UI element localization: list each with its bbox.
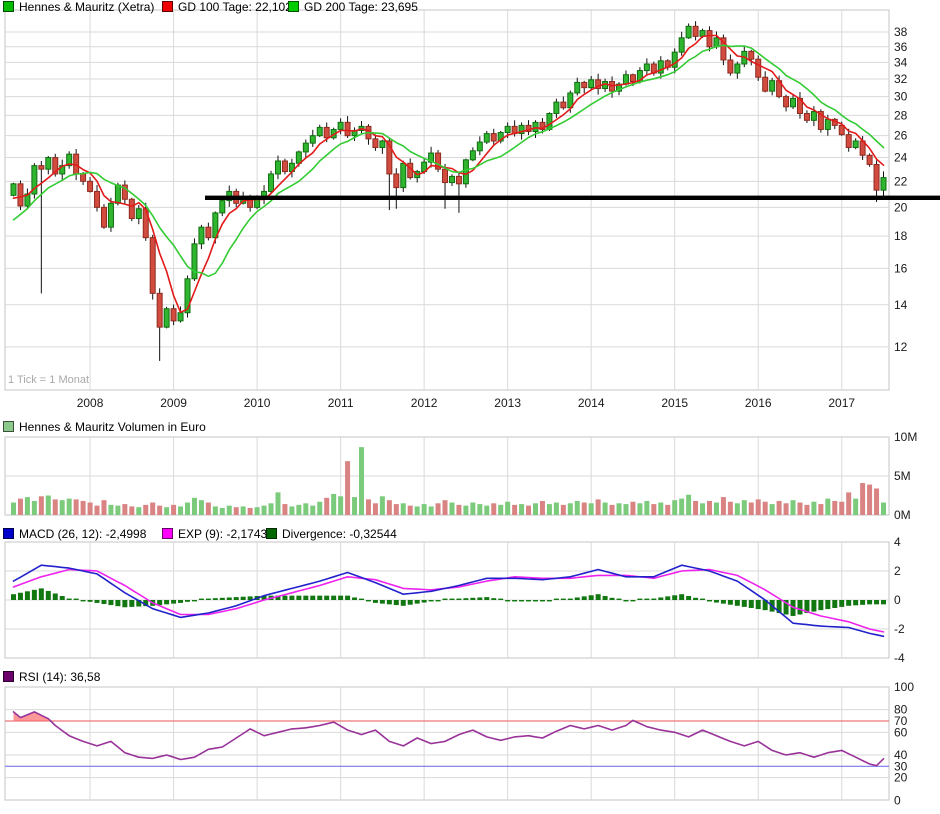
rsi-label: RSI (14): 36,58 <box>19 670 100 684</box>
svg-text:22: 22 <box>894 174 908 188</box>
volume-panel <box>11 447 886 515</box>
tick-footnote: 1 Tick = 1 Monat <box>8 374 89 386</box>
divergence-label: Divergence: -0,32544 <box>282 527 397 541</box>
svg-text:14: 14 <box>894 298 908 312</box>
svg-text:2015: 2015 <box>661 396 688 410</box>
exp-swatch-icon <box>162 528 173 539</box>
volume-legend: Hennes & Mauritz Volumen in Euro <box>0 420 940 432</box>
svg-text:26: 26 <box>894 129 908 143</box>
svg-text:2012: 2012 <box>411 396 438 410</box>
gd100-label: GD 100 Tage: 22,102 <box>178 0 292 14</box>
svg-text:5M: 5M <box>894 469 911 483</box>
svg-text:0: 0 <box>894 793 901 807</box>
legend-item-gd200: GD 200 Tage: 23,695 <box>288 0 418 14</box>
instrument-swatch-icon <box>3 1 14 12</box>
macd-legend: MACD (26, 12): -2,4998 EXP (9): -2,1743 … <box>0 527 940 539</box>
svg-text:2: 2 <box>894 564 901 578</box>
svg-text:-4: -4 <box>894 651 905 665</box>
svg-text:24: 24 <box>894 151 908 165</box>
svg-text:10M: 10M <box>894 430 917 444</box>
svg-text:28: 28 <box>894 108 908 122</box>
charts-canvas: 1214161820222426283032343638200820092010… <box>0 0 940 814</box>
legend-item-exp: EXP (9): -2,1743 <box>162 527 267 541</box>
svg-text:30: 30 <box>894 90 908 104</box>
instrument-label: Hennes & Mauritz (Xetra) <box>19 0 154 14</box>
rsi-swatch-icon <box>3 671 14 682</box>
macd-swatch-icon <box>3 528 14 539</box>
gd200-swatch-icon <box>288 1 299 12</box>
svg-text:2017: 2017 <box>828 396 855 410</box>
svg-text:2013: 2013 <box>494 396 521 410</box>
gd200-label: GD 200 Tage: 23,695 <box>304 0 418 14</box>
price-chart-legend: Hennes & Mauritz (Xetra) GD 100 Tage: 22… <box>0 0 940 12</box>
svg-text:0M: 0M <box>894 508 911 522</box>
rsi-legend: RSI (14): 36,58 <box>0 670 940 682</box>
svg-text:18: 18 <box>894 229 908 243</box>
exp-label: EXP (9): -2,1743 <box>178 527 267 541</box>
volume-label: Hennes & Mauritz Volumen in Euro <box>19 420 206 434</box>
svg-text:38: 38 <box>894 25 908 39</box>
svg-text:60: 60 <box>894 725 908 739</box>
svg-text:2008: 2008 <box>77 396 104 410</box>
svg-text:34: 34 <box>894 55 908 69</box>
volume-swatch-icon <box>3 421 14 432</box>
svg-text:16: 16 <box>894 261 908 275</box>
svg-text:12: 12 <box>894 340 908 354</box>
svg-text:2010: 2010 <box>244 396 271 410</box>
svg-text:2016: 2016 <box>745 396 772 410</box>
svg-text:20: 20 <box>894 771 908 785</box>
legend-item-rsi: RSI (14): 36,58 <box>3 670 100 684</box>
svg-text:32: 32 <box>894 72 908 86</box>
svg-text:2009: 2009 <box>160 396 187 410</box>
svg-text:-2: -2 <box>894 622 905 636</box>
svg-text:20: 20 <box>894 200 908 214</box>
legend-item-instrument: Hennes & Mauritz (Xetra) <box>3 0 154 14</box>
legend-item-macd: MACD (26, 12): -2,4998 <box>3 527 146 541</box>
rsi-panel <box>5 712 889 766</box>
svg-text:2011: 2011 <box>328 396 354 410</box>
divergence-swatch-icon <box>266 528 277 539</box>
svg-text:0: 0 <box>894 593 901 607</box>
legend-item-volume: Hennes & Mauritz Volumen in Euro <box>3 420 206 434</box>
stock-chart-page: 1214161820222426283032343638200820092010… <box>0 0 940 814</box>
support-line <box>205 196 940 200</box>
legend-item-divergence: Divergence: -0,32544 <box>266 527 397 541</box>
svg-text:2014: 2014 <box>578 396 605 410</box>
legend-item-gd100: GD 100 Tage: 22,102 <box>162 0 292 14</box>
macd-panel <box>11 565 886 636</box>
gd100-swatch-icon <box>162 1 173 12</box>
svg-text:36: 36 <box>894 40 908 54</box>
price-panel <box>11 21 940 361</box>
macd-label: MACD (26, 12): -2,4998 <box>19 527 146 541</box>
svg-text:100: 100 <box>894 680 914 694</box>
